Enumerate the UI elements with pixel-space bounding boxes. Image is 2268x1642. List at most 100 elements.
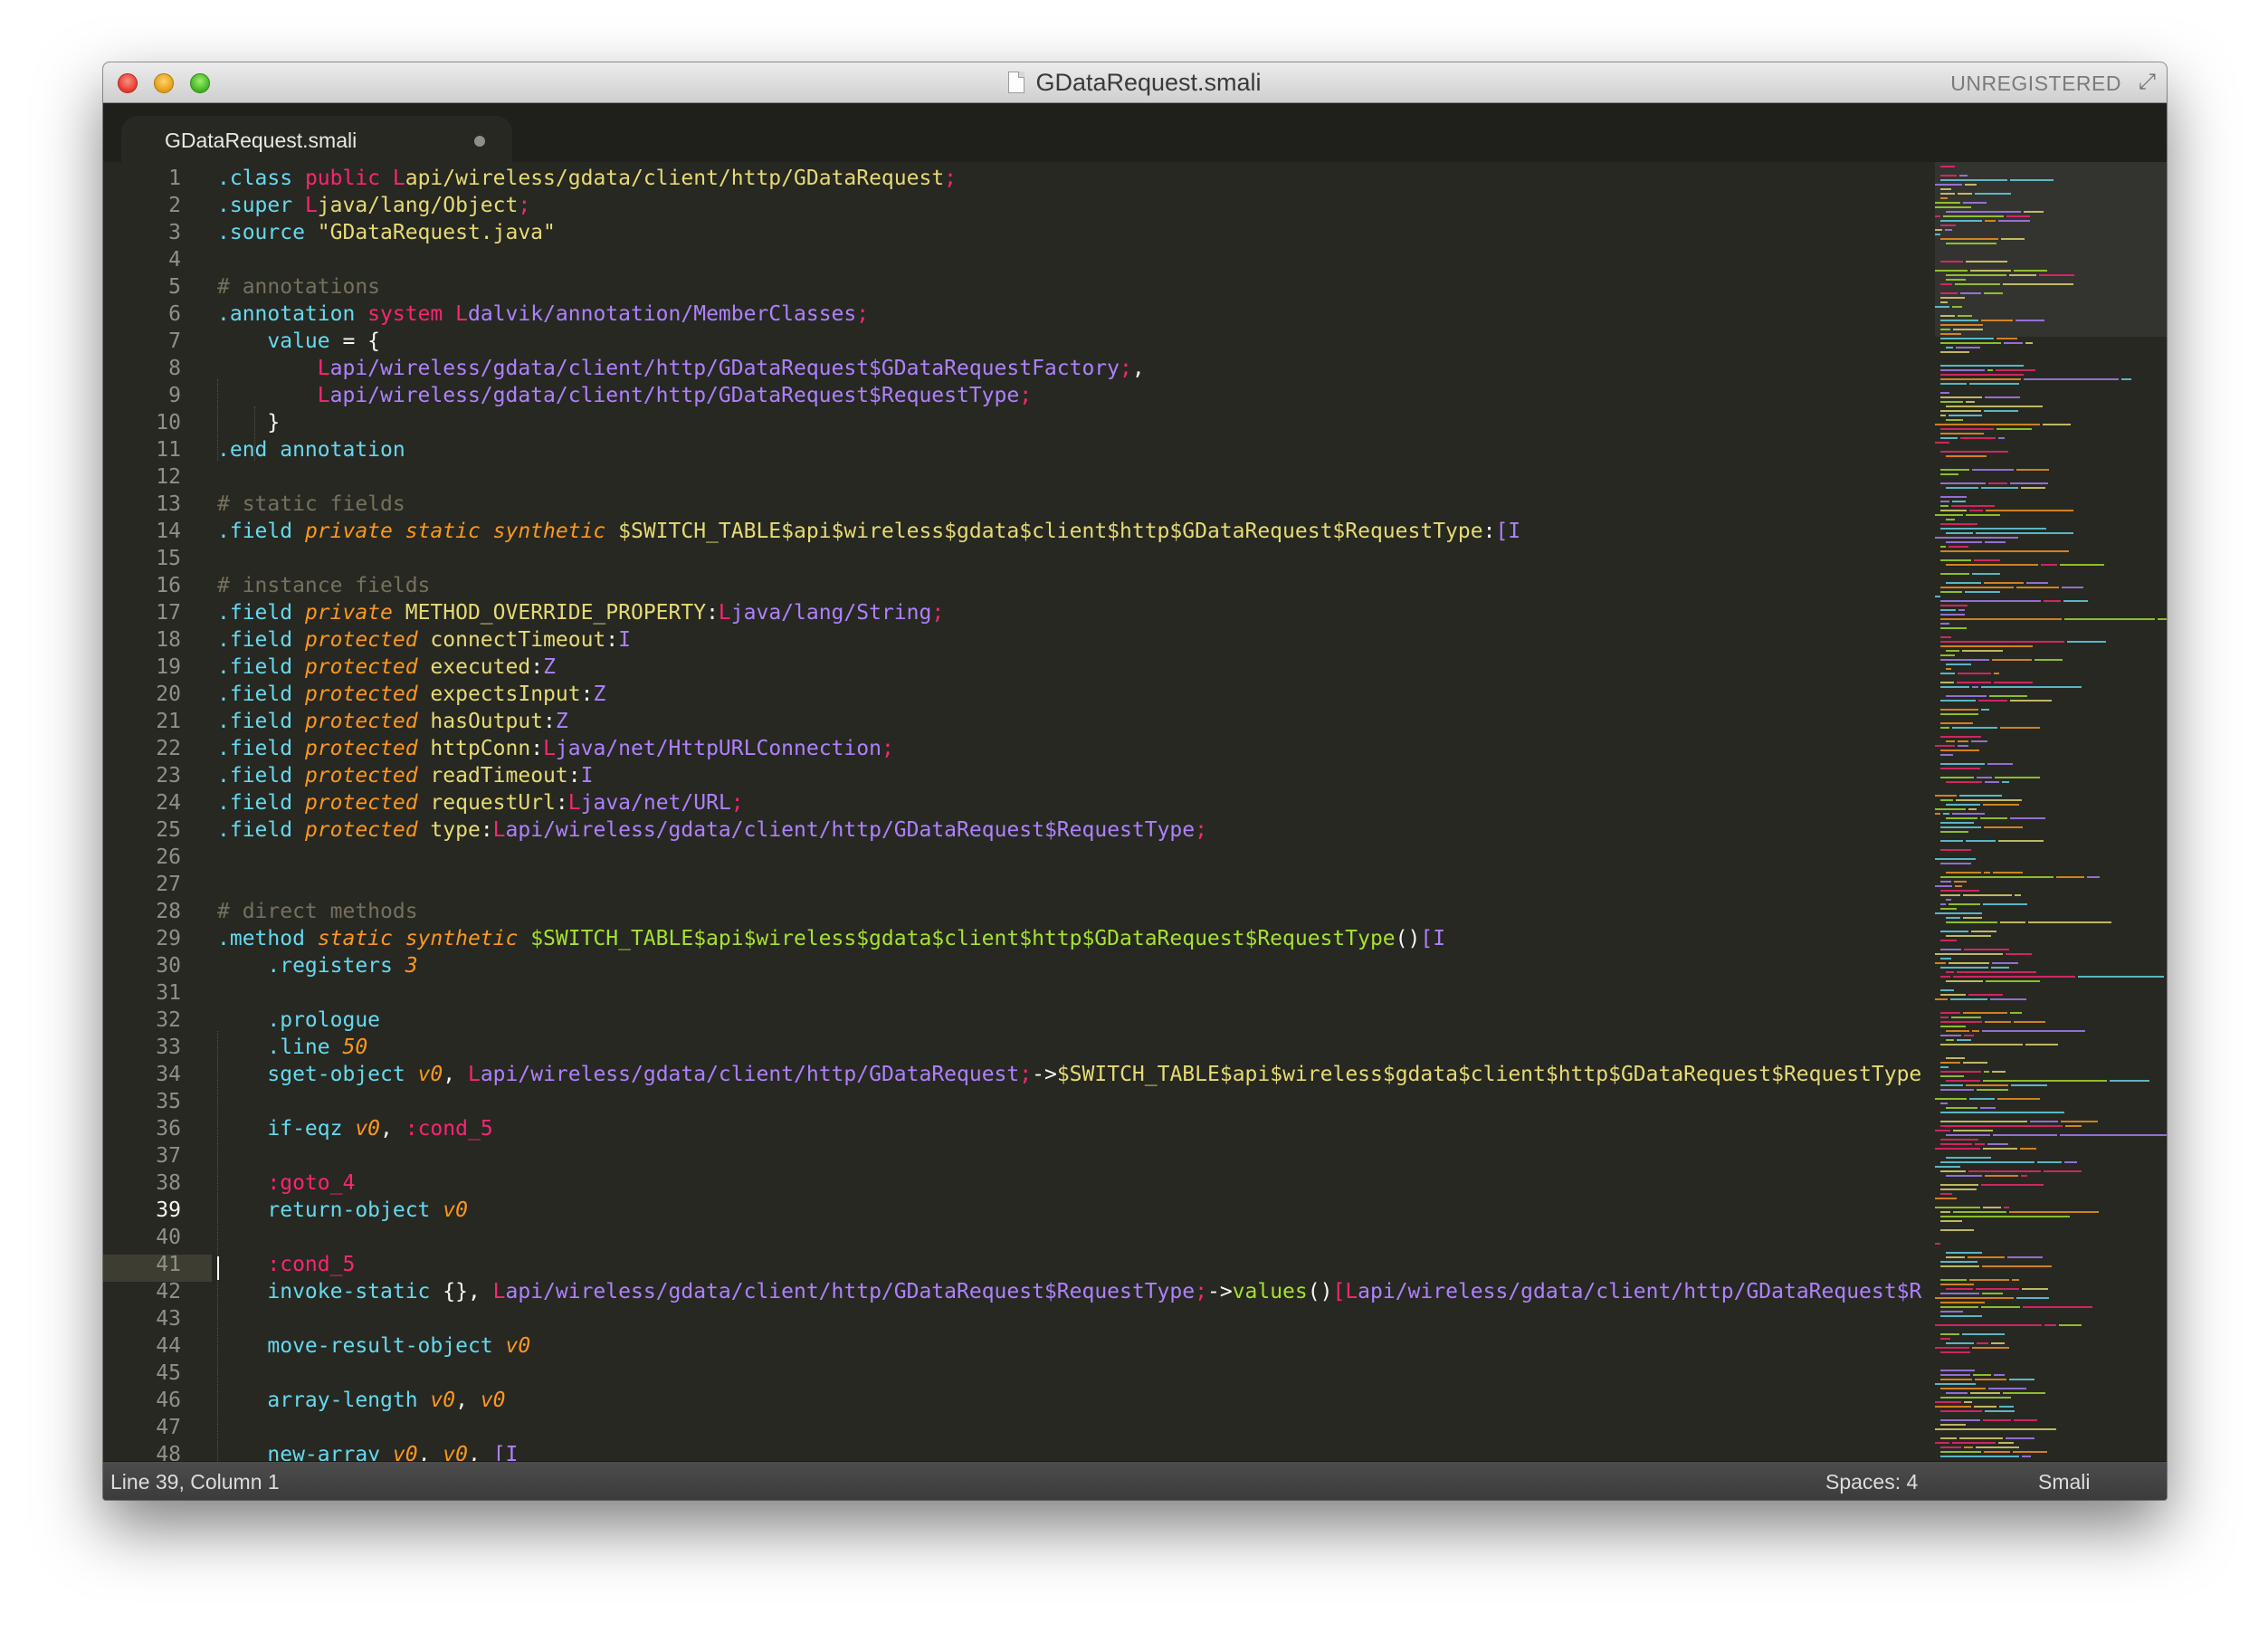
code-line[interactable]: .line 50 [217, 1034, 367, 1061]
line-number[interactable]: 33 [103, 1034, 181, 1061]
line-number[interactable]: 8 [103, 355, 181, 382]
code-line[interactable]: .field protected requestUrl:Ljava/net/UR… [217, 789, 744, 816]
line-number[interactable]: 5 [103, 273, 181, 301]
code-line[interactable]: # instance fields [217, 572, 430, 599]
code-line[interactable]: # direct methods [217, 898, 418, 925]
code-line[interactable]: sget-object v0, Lapi/wireless/gdata/clie… [217, 1061, 1921, 1088]
minimap-viewport[interactable] [1935, 162, 2167, 337]
line-number[interactable]: 22 [103, 735, 181, 762]
line-number[interactable]: 31 [103, 979, 181, 1007]
code-line[interactable]: .super Ljava/lang/Object; [217, 192, 530, 219]
code-line[interactable]: .end annotation [217, 436, 405, 463]
code-line[interactable]: return-object v0 [217, 1197, 468, 1224]
line-number[interactable]: 47 [103, 1414, 181, 1441]
code-line[interactable]: .field protected expectsInput:Z [217, 681, 605, 708]
code-line[interactable]: .source "GDataRequest.java" [217, 219, 556, 246]
code-line[interactable]: array-length v0, v0 [217, 1387, 505, 1414]
code-line[interactable]: # annotations [217, 273, 380, 301]
line-number[interactable]: 16 [103, 572, 181, 599]
line-number[interactable]: 18 [103, 626, 181, 654]
code-line[interactable]: } [217, 409, 280, 436]
line-number[interactable]: 14 [103, 518, 181, 545]
line-number[interactable]: 10 [103, 409, 181, 436]
line-number[interactable]: 20 [103, 681, 181, 708]
line-number[interactable]: 44 [103, 1332, 181, 1360]
code-line[interactable]: .field protected type:Lapi/wireless/gdat… [217, 816, 1207, 844]
code-line[interactable]: # static fields [217, 491, 405, 518]
fullscreen-icon[interactable]: ⤢ [2139, 72, 2156, 93]
code-line[interactable]: .field protected executed:Z [217, 654, 556, 681]
line-number[interactable]: 30 [103, 952, 181, 979]
line-number[interactable]: 1 [103, 165, 181, 192]
line-number[interactable]: 46 [103, 1387, 181, 1414]
code-line[interactable]: .class public Lapi/wireless/gdata/client… [217, 165, 957, 192]
modified-indicator-icon[interactable] [474, 136, 485, 147]
editor-pane[interactable]: 1 2 3 4 5 6 7 8 9 10 11 12 13 14 15 16 17 18 19 20 21 22 23 24 2… [103, 162, 2167, 1461]
line-number[interactable]: 3 [103, 219, 181, 246]
line-number[interactable]: 23 [103, 762, 181, 789]
line-number[interactable]: 38 [103, 1169, 181, 1197]
line-number[interactable]: 28 [103, 898, 181, 925]
line-number[interactable]: 45 [103, 1360, 181, 1387]
line-number[interactable]: 12 [103, 463, 181, 491]
line-number[interactable]: 27 [103, 871, 181, 898]
code-line[interactable]: :goto_4 [217, 1169, 355, 1197]
code-line[interactable]: .annotation system Ldalvik/annotation/Me… [217, 301, 869, 328]
code-line[interactable]: value = { [217, 328, 380, 355]
line-number[interactable]: 39 [103, 1197, 181, 1224]
code-line[interactable]: invoke-static {}, Lapi/wireless/gdata/cl… [217, 1278, 1921, 1305]
minimap[interactable] [1935, 162, 2167, 1461]
code-line[interactable]: .field protected hasOutput:Z [217, 708, 568, 735]
line-number[interactable]: 36 [103, 1115, 181, 1142]
line-number[interactable]: 48 [103, 1441, 181, 1461]
line-number[interactable]: 15 [103, 545, 181, 572]
line-number[interactable]: 40 [103, 1224, 181, 1251]
minimap-stroke [1946, 899, 1951, 901]
line-number[interactable]: 6 [103, 301, 181, 328]
line-number[interactable]: 2 [103, 192, 181, 219]
code-line[interactable]: .field protected httpConn:Ljava/net/Http… [217, 735, 894, 762]
code-line[interactable]: .prologue [217, 1007, 380, 1034]
indentation-setting[interactable]: Spaces: 4 [1825, 1470, 1918, 1494]
line-number[interactable]: 19 [103, 654, 181, 681]
syntax-mode[interactable]: Smali [2038, 1470, 2091, 1494]
code-line[interactable]: :cond_5 [217, 1251, 355, 1278]
code-line[interactable]: .field protected connectTimeout:I [217, 626, 631, 654]
line-number[interactable]: 24 [103, 789, 181, 816]
line-number[interactable]: 41 [103, 1251, 181, 1278]
line-number-gutter[interactable]: 1 2 3 4 5 6 7 8 9 10 11 12 13 14 15 16 17 18 19 20 21 22 23 24 2… [103, 162, 212, 1461]
line-number[interactable]: 21 [103, 708, 181, 735]
line-number[interactable]: 37 [103, 1142, 181, 1169]
code-token: L [492, 818, 506, 842]
line-number[interactable]: 35 [103, 1088, 181, 1115]
code-area[interactable]: .class public Lapi/wireless/gdata/client… [217, 162, 1932, 1461]
tab-gdatarequest-smali[interactable]: GDataRequest.smali [121, 116, 512, 162]
code-line[interactable]: .method static synthetic $SWITCH_TABLE$a… [217, 925, 1445, 952]
code-line[interactable]: Lapi/wireless/gdata/client/http/GDataReq… [217, 382, 1032, 409]
line-number[interactable]: 29 [103, 925, 181, 952]
line-number[interactable]: 25 [103, 816, 181, 844]
code-line[interactable]: if-eqz v0, :cond_5 [217, 1115, 492, 1142]
code-line[interactable]: Lapi/wireless/gdata/client/http/GDataReq… [217, 355, 1145, 382]
line-number[interactable]: 4 [103, 246, 181, 273]
line-number[interactable]: 17 [103, 599, 181, 626]
line-number[interactable]: 26 [103, 844, 181, 871]
line-number[interactable]: 42 [103, 1278, 181, 1305]
line-number[interactable]: 13 [103, 491, 181, 518]
code-token: .field [217, 655, 305, 679]
line-number[interactable]: 11 [103, 436, 181, 463]
minimap-stroke [2015, 894, 2021, 896]
line-number[interactable]: 34 [103, 1061, 181, 1088]
line-number[interactable]: 32 [103, 1007, 181, 1034]
minimap-stroke [1946, 541, 1982, 543]
code-line[interactable]: move-result-object v0 [217, 1332, 530, 1360]
line-number[interactable]: 7 [103, 328, 181, 355]
code-line[interactable]: .field private static synthetic $SWITCH_… [217, 518, 1520, 545]
code-token: java/lang/Object [317, 194, 519, 217]
code-line[interactable]: new-array v0, v0, [I [217, 1441, 518, 1461]
code-line[interactable]: .registers 3 [217, 952, 417, 979]
code-line[interactable]: .field private METHOD_OVERRIDE_PROPERTY:… [217, 599, 944, 626]
line-number[interactable]: 9 [103, 382, 181, 409]
code-line[interactable]: .field protected readTimeout:I [217, 762, 593, 789]
line-number[interactable]: 43 [103, 1305, 181, 1332]
